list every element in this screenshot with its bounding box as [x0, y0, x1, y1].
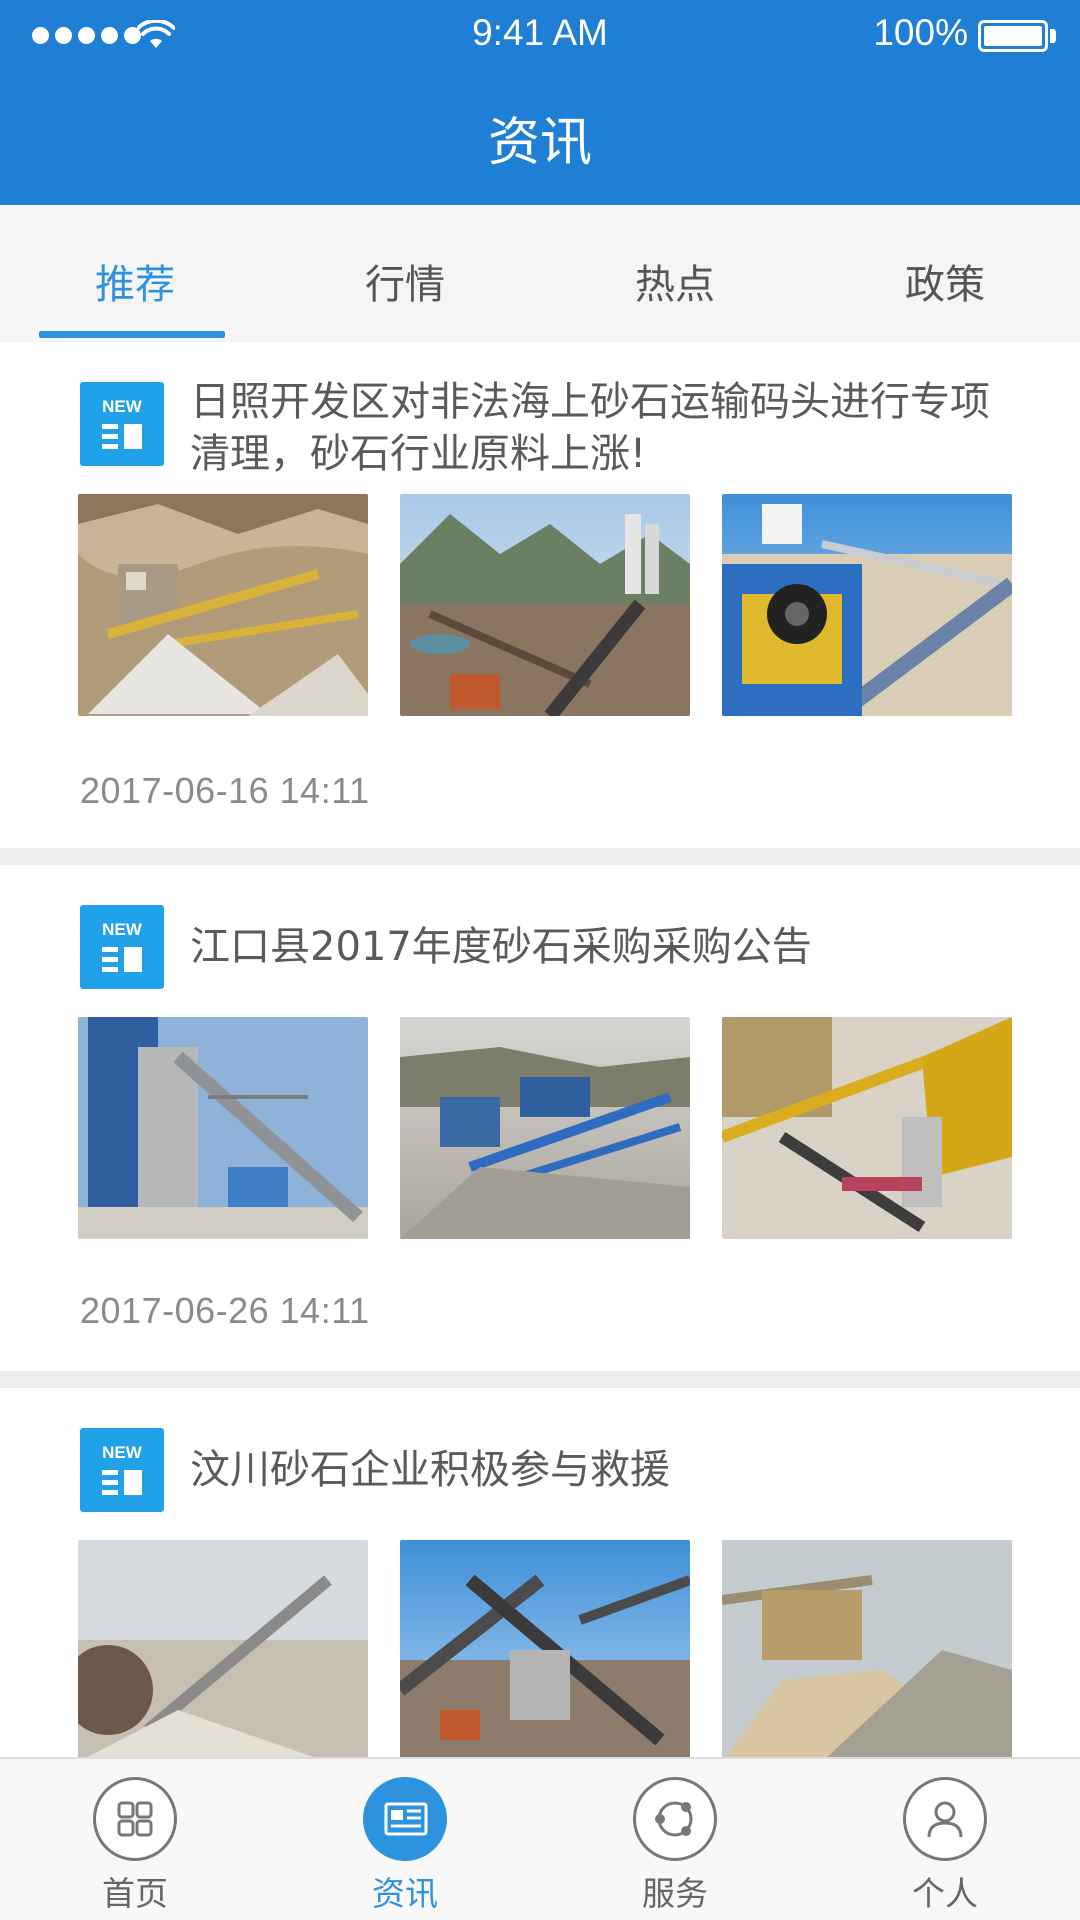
new-badge-text: NEW — [102, 397, 143, 416]
jaw-crusher-conveyor-photo[interactable] — [722, 494, 1012, 716]
nav-news[interactable]: 资讯 — [270, 1759, 540, 1920]
new-badge-icon: NEW — [80, 382, 164, 466]
battery-percentage: 100% — [873, 12, 968, 53]
page-title: 资讯 — [487, 113, 592, 173]
news-date: 2017-06-26 14:11 — [80, 1290, 370, 1331]
new-badge-text: NEW — [102, 920, 143, 939]
tab-market[interactable]: 行情 — [270, 205, 540, 342]
news-card[interactable]: NEW 日照开发区对非法海上砂石运输码头进行专项清理，砂石行业原料上涨! 201… — [0, 342, 1080, 848]
sand-washer-conveyor-photo[interactable] — [78, 1540, 368, 1757]
nav-label-profile: 个人 — [912, 1874, 978, 1913]
category-tabs: 推荐 行情 热点 政策 — [0, 205, 1080, 342]
news-title[interactable]: 江口县2017年度砂石采购采购公告 — [190, 921, 1010, 973]
new-badge-icon: NEW — [80, 905, 164, 989]
blue-conveyor-stockpile-photo[interactable] — [400, 1017, 690, 1239]
person-icon — [903, 1777, 987, 1861]
yellow-cone-crusher-photo[interactable] — [722, 1017, 1012, 1239]
news-screen: 9:41 AM 100% 资讯 推荐 行情 热点 政策 NEW 日照开发区对非法… — [0, 0, 1080, 1920]
status-bar: 9:41 AM 100% — [0, 0, 1080, 70]
new-badge-icon: NEW — [80, 1428, 164, 1512]
grid-icon — [93, 1777, 177, 1861]
active-tab-indicator — [39, 331, 225, 338]
nav-profile[interactable]: 个人 — [810, 1759, 1080, 1920]
nav-home[interactable]: 首页 — [0, 1759, 270, 1920]
tab-recommend[interactable]: 推荐 — [0, 205, 270, 342]
news-image-row — [78, 1540, 1012, 1757]
battery-icon — [978, 20, 1048, 52]
blue-sand-plant-photo[interactable] — [78, 1017, 368, 1239]
nav-label-service: 服务 — [642, 1874, 708, 1913]
nav-label-news: 资讯 — [372, 1874, 438, 1913]
news-card[interactable]: NEW 汶川砂石企业积极参与救援 — [0, 1388, 1080, 1757]
news-title[interactable]: 日照开发区对非法海上砂石运输码头进行专项清理，砂石行业原料上涨! — [190, 376, 1010, 480]
news-title[interactable]: 汶川砂石企业积极参与救援 — [190, 1444, 1010, 1496]
bottom-navigation: 首页 资讯 服务 个人 — [0, 1757, 1080, 1920]
news-feed[interactable]: NEW 日照开发区对非法海上砂石运输码头进行专项清理，砂石行业原料上涨! 201… — [0, 342, 1080, 1757]
battery-tip — [1050, 29, 1056, 43]
nav-label-home: 首页 — [102, 1874, 168, 1913]
quarry-conveyor-photo[interactable] — [78, 494, 368, 716]
tab-hot[interactable]: 热点 — [540, 205, 810, 342]
gravel-pile-photo[interactable] — [722, 1540, 1012, 1757]
news-icon — [363, 1777, 447, 1861]
new-badge-text: NEW — [102, 1443, 143, 1462]
nav-service[interactable]: 服务 — [540, 1759, 810, 1920]
news-image-row — [78, 494, 1012, 716]
tab-policy[interactable]: 政策 — [810, 205, 1080, 342]
news-card[interactable]: NEW 江口县2017年度砂石采购采购公告 2017-06-26 14:11 — [0, 865, 1080, 1371]
multi-conveyor-plant-photo[interactable] — [400, 1540, 690, 1757]
service-icon — [633, 1777, 717, 1861]
news-image-row — [78, 1017, 1012, 1239]
news-date: 2017-06-16 14:11 — [80, 770, 370, 811]
mountain-crushing-plant-photo[interactable] — [400, 494, 690, 716]
app-header: 9:41 AM 100% 资讯 — [0, 0, 1080, 205]
